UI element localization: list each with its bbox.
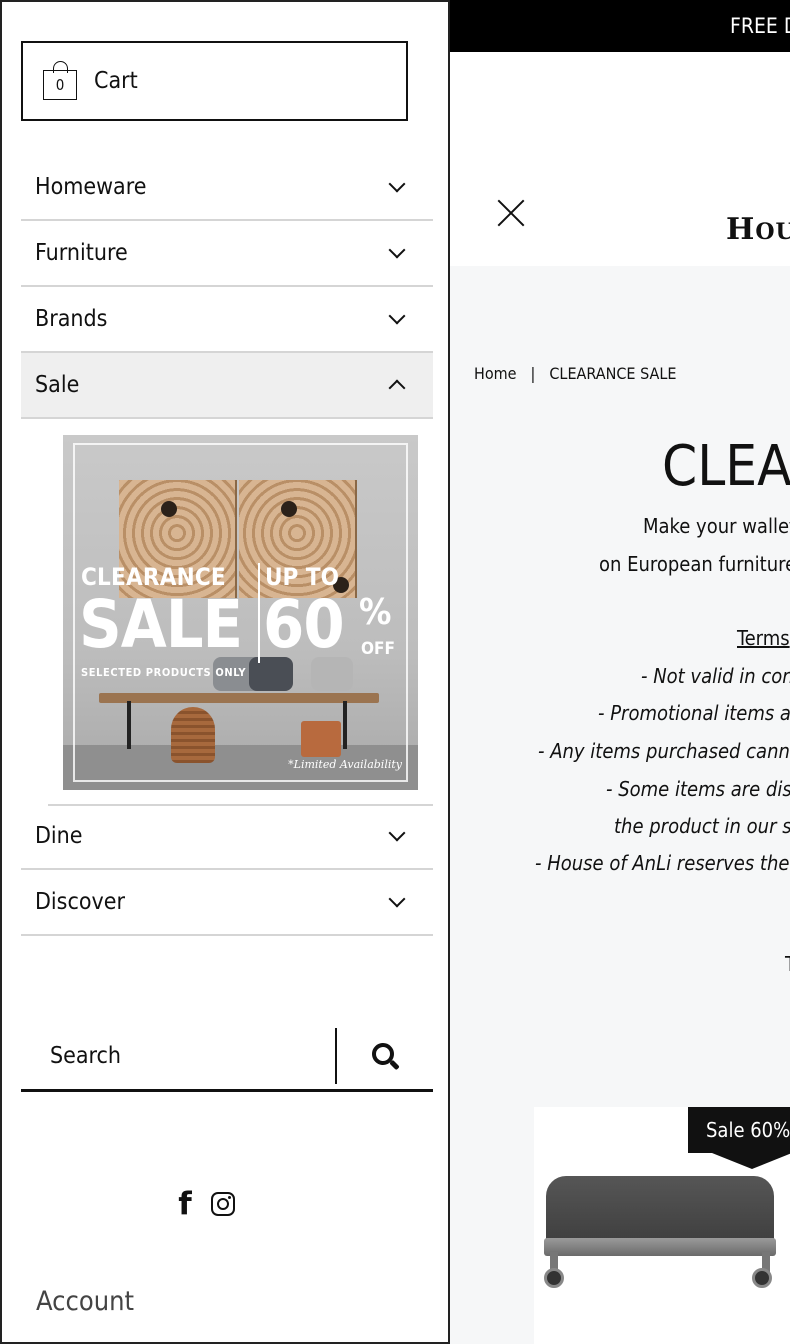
cart-count: 0 [55, 76, 65, 94]
search-button[interactable] [337, 1028, 433, 1084]
menu-item-homeware[interactable]: Homeware [21, 155, 433, 221]
menu-item-label: Furniture [35, 240, 128, 266]
breadcrumb-home-link[interactable]: Home [474, 364, 517, 383]
breadcrumb-current: CLEARANCE SALE [549, 364, 677, 383]
close-menu-icon[interactable] [497, 199, 525, 227]
chevron-down-icon [388, 307, 406, 325]
menu-item-dine[interactable]: Dine [21, 804, 433, 870]
menu-item-brands[interactable]: Brands [21, 287, 433, 353]
cart-button[interactable]: 0 Cart [21, 41, 408, 121]
sale-badge: Sale 60% [688, 1107, 790, 1169]
search-input[interactable] [21, 1027, 335, 1084]
intro-line-1: Make your wallet [643, 514, 790, 538]
menu-item-label: Sale [35, 372, 80, 398]
terms-line-4: - Some items are dis [606, 777, 790, 801]
logo-initial: H [726, 212, 756, 247]
intro-line-2: on European furniture [599, 552, 790, 576]
announcement-bar: FREE D [450, 0, 790, 52]
terms-heading: Terms [737, 626, 790, 650]
terms-line-5: the product in our s [614, 814, 790, 838]
menu-item-sale[interactable]: Sale [21, 353, 433, 419]
search-icon [372, 1042, 394, 1065]
terms-line-3: - Any items purchased canno [538, 739, 790, 763]
banner-percent-value: 60 [263, 586, 345, 663]
product-image-wheel [544, 1268, 564, 1288]
instagram-icon[interactable] [211, 1192, 235, 1216]
chevron-down-icon [388, 241, 406, 259]
menu-item-discover[interactable]: Discover [21, 870, 433, 936]
banner-sale-text: SALE [79, 586, 243, 663]
shopping-bag-icon: 0 [43, 61, 77, 100]
facebook-icon[interactable]: f [175, 1188, 195, 1220]
store-page: FREE D HOUS Home | CLEARANCE SALE CLEAR … [450, 0, 790, 1344]
terms-line-6: - House of AnLi reserves the [535, 851, 790, 875]
chevron-down-icon [388, 824, 406, 842]
terms-line-2: - Promotional items a [598, 701, 790, 725]
banner-selected-text: SELECTED PRODUCTS ONLY [81, 666, 247, 679]
banner-off-text: OFF [361, 639, 395, 659]
menu-item-furniture[interactable]: Furniture [21, 221, 433, 287]
page-title: CLEAR [662, 434, 790, 499]
site-logo[interactable]: HOUS [726, 212, 790, 247]
product-image-wheel [752, 1268, 772, 1288]
menu-drawer: 0 Cart Homeware Furniture Brands Sale CL… [0, 0, 450, 1344]
menu-item-label: Brands [35, 306, 108, 332]
chevron-up-icon [388, 379, 406, 397]
terms-line-1: - Not valid in con [641, 664, 790, 688]
account-link[interactable]: Account [36, 1286, 134, 1317]
banner-divider [258, 563, 260, 663]
announcement-text: FREE D [730, 14, 790, 38]
logo-rest: OU [755, 219, 790, 245]
page-text-fragment: T [785, 952, 790, 976]
cart-label: Cart [94, 68, 138, 94]
clearance-sale-banner[interactable]: CLEARANCE UP TO SALE 60 % OFF SELECTED P… [63, 435, 418, 790]
product-image-frame [544, 1238, 776, 1256]
chevron-down-icon [388, 175, 406, 193]
menu-item-label: Dine [35, 823, 83, 849]
breadcrumb-separator: | [530, 364, 536, 383]
banner-percent-sign: % [359, 592, 392, 633]
breadcrumb: Home | CLEARANCE SALE [474, 364, 676, 383]
chevron-down-icon [388, 890, 406, 908]
search-bar [21, 1022, 433, 1092]
menu-item-label: Homeware [35, 174, 147, 200]
social-links: f [175, 1188, 235, 1220]
menu-item-label: Discover [35, 889, 125, 915]
banner-limited-text: *Limited Availability [288, 758, 402, 771]
